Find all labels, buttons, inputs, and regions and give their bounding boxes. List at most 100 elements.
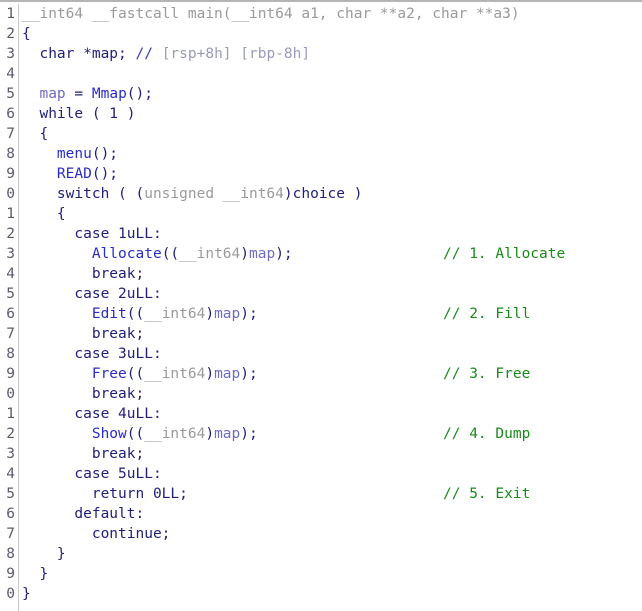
- token-plain: ();: [91, 146, 119, 162]
- code-text: menu();: [22, 144, 118, 164]
- line-number: 6: [6, 306, 15, 322]
- code-line[interactable]: 8 case 3uLL:: [0, 344, 642, 364]
- token-variable: map: [214, 366, 241, 382]
- token-plain: case 3uLL:: [22, 346, 162, 362]
- pseudocode-view[interactable]: 1 __int64 __fastcall main(__int64 a1, cha…: [0, 0, 642, 611]
- token-plain: ): [240, 246, 249, 262]
- line-number: 5: [6, 86, 15, 102]
- token-plain: break;: [22, 446, 145, 462]
- token-type_cast: __int64: [179, 246, 241, 262]
- token-plain: ();: [126, 86, 153, 102]
- code-line[interactable]: 3 break;: [0, 444, 642, 464]
- code-line[interactable]: 7 {: [0, 124, 642, 144]
- line-number: 4: [6, 466, 15, 482]
- code-line[interactable]: 6 default:: [0, 504, 642, 524]
- code-line[interactable]: 4: [0, 64, 642, 84]
- token-plain: char *map;: [22, 46, 136, 62]
- code-text: READ();: [22, 164, 118, 184]
- code-line[interactable]: 5 case 2uLL:: [0, 284, 642, 304]
- token-type_cast: unsigned __int64: [144, 186, 284, 202]
- code-text: break;: [22, 264, 144, 284]
- code-line[interactable]: 0 switch ( (unsigned __int64)choice ): [0, 184, 642, 204]
- code-text: char *map; // [rsp+8h] [rbp-8h]: [22, 44, 310, 64]
- token-header: __int64 __fastcall main(__int64 a1, char…: [22, 6, 520, 22]
- line-number: 8: [6, 346, 15, 362]
- token-plain: while ( 1 ): [22, 106, 136, 122]
- code-line[interactable]: 0 break;: [0, 384, 642, 404]
- code-text: {: [22, 124, 48, 144]
- code-text: return 0LL;: [22, 484, 188, 504]
- token-plain: ((: [126, 366, 145, 382]
- code-text: default:: [22, 504, 144, 524]
- code-line[interactable]: 2 case 1uLL:: [0, 224, 642, 244]
- code-line[interactable]: 7 continue;: [0, 524, 642, 544]
- inline-comment: // 5. Exit: [443, 486, 531, 502]
- code-text: break;: [22, 324, 144, 344]
- token-plain: case 2uLL:: [22, 286, 162, 302]
- token-stack_offset: [rsp+8h] [rbp-8h]: [152, 46, 311, 62]
- code-text: }: [22, 544, 66, 564]
- token-type_cast: __int64: [144, 366, 206, 382]
- code-text: {: [22, 24, 31, 44]
- inline-comment: // 2. Fill: [443, 306, 531, 322]
- code-line[interactable]: 9 READ();: [0, 164, 642, 184]
- code-text: case 3uLL:: [22, 344, 162, 364]
- token-plain: ): [205, 426, 215, 442]
- code-line[interactable]: 8 }: [0, 544, 642, 564]
- token-plain: default:: [22, 506, 145, 522]
- code-line[interactable]: 6 while ( 1 ): [0, 104, 642, 124]
- line-number: 6: [6, 506, 15, 522]
- code-text: break;: [22, 444, 144, 464]
- code-text: map = Mmap();: [22, 84, 153, 104]
- code-line[interactable]: 4 break;: [0, 264, 642, 284]
- code-line[interactable]: 5 return 0LL; // 5. Exit: [0, 484, 642, 504]
- token-variable: map: [214, 426, 241, 442]
- code-line[interactable]: 9 Free((__int64)map); // 3. Free: [0, 364, 642, 384]
- line-number: 7: [6, 326, 15, 342]
- code-text: }: [22, 564, 48, 584]
- code-line[interactable]: 3 Allocate((__int64)map); // 1. Allocate: [0, 244, 642, 264]
- code-text: case 4uLL:: [22, 404, 161, 424]
- token-plain: );: [240, 366, 258, 382]
- token-plain: ): [205, 306, 215, 322]
- line-number: 2: [6, 26, 15, 42]
- line-number: 8: [6, 146, 15, 162]
- line-number: 1: [6, 406, 15, 422]
- code-line[interactable]: 1 __int64 __fastcall main(__int64 a1, cha…: [0, 4, 642, 24]
- code-line[interactable]: 5 map = Mmap();: [0, 84, 642, 104]
- token-function: menu: [56, 146, 92, 162]
- token-variable: map: [214, 306, 241, 322]
- code-line[interactable]: 2 Show((__int64)map); // 4. Dump: [0, 424, 642, 444]
- code-line[interactable]: 3 char *map; // [rsp+8h] [rbp-8h]: [0, 44, 642, 64]
- inline-comment: // 4. Dump: [443, 426, 531, 442]
- token-plain: ((: [126, 306, 145, 322]
- line-number: 4: [6, 66, 15, 82]
- token-function: Free: [91, 366, 127, 382]
- line-number: 0: [6, 386, 15, 402]
- code-line[interactable]: 4 case 5uLL:: [0, 464, 642, 484]
- code-line[interactable]: 9 }: [0, 564, 642, 584]
- line-number: 9: [6, 366, 15, 382]
- code-line[interactable]: 7 break;: [0, 324, 642, 344]
- code-line[interactable]: 6 Edit((__int64)map); // 2. Fill: [0, 304, 642, 324]
- line-number: 1: [6, 6, 15, 22]
- code-line[interactable]: 1 {: [0, 204, 642, 224]
- token-function: Show: [91, 426, 127, 442]
- code-text: case 2uLL:: [22, 284, 162, 304]
- code-line[interactable]: 0}: [0, 584, 642, 604]
- code-line[interactable]: 8 menu();: [0, 144, 642, 164]
- code-line[interactable]: 2{: [0, 24, 642, 44]
- token-plain: switch ( (: [22, 186, 145, 202]
- line-number: 7: [6, 526, 15, 542]
- token-plain: }: [22, 546, 66, 562]
- token-plain: break;: [22, 326, 145, 342]
- token-plain: );: [240, 306, 258, 322]
- line-number: 6: [6, 106, 15, 122]
- line-number: 0: [6, 586, 15, 602]
- code-text: Edit((__int64)map);: [22, 304, 258, 324]
- code-line-list: 1 __int64 __fastcall main(__int64 a1, cha…: [0, 4, 642, 604]
- code-line[interactable]: 1 case 4uLL:: [0, 404, 642, 424]
- code-text: break;: [22, 384, 144, 404]
